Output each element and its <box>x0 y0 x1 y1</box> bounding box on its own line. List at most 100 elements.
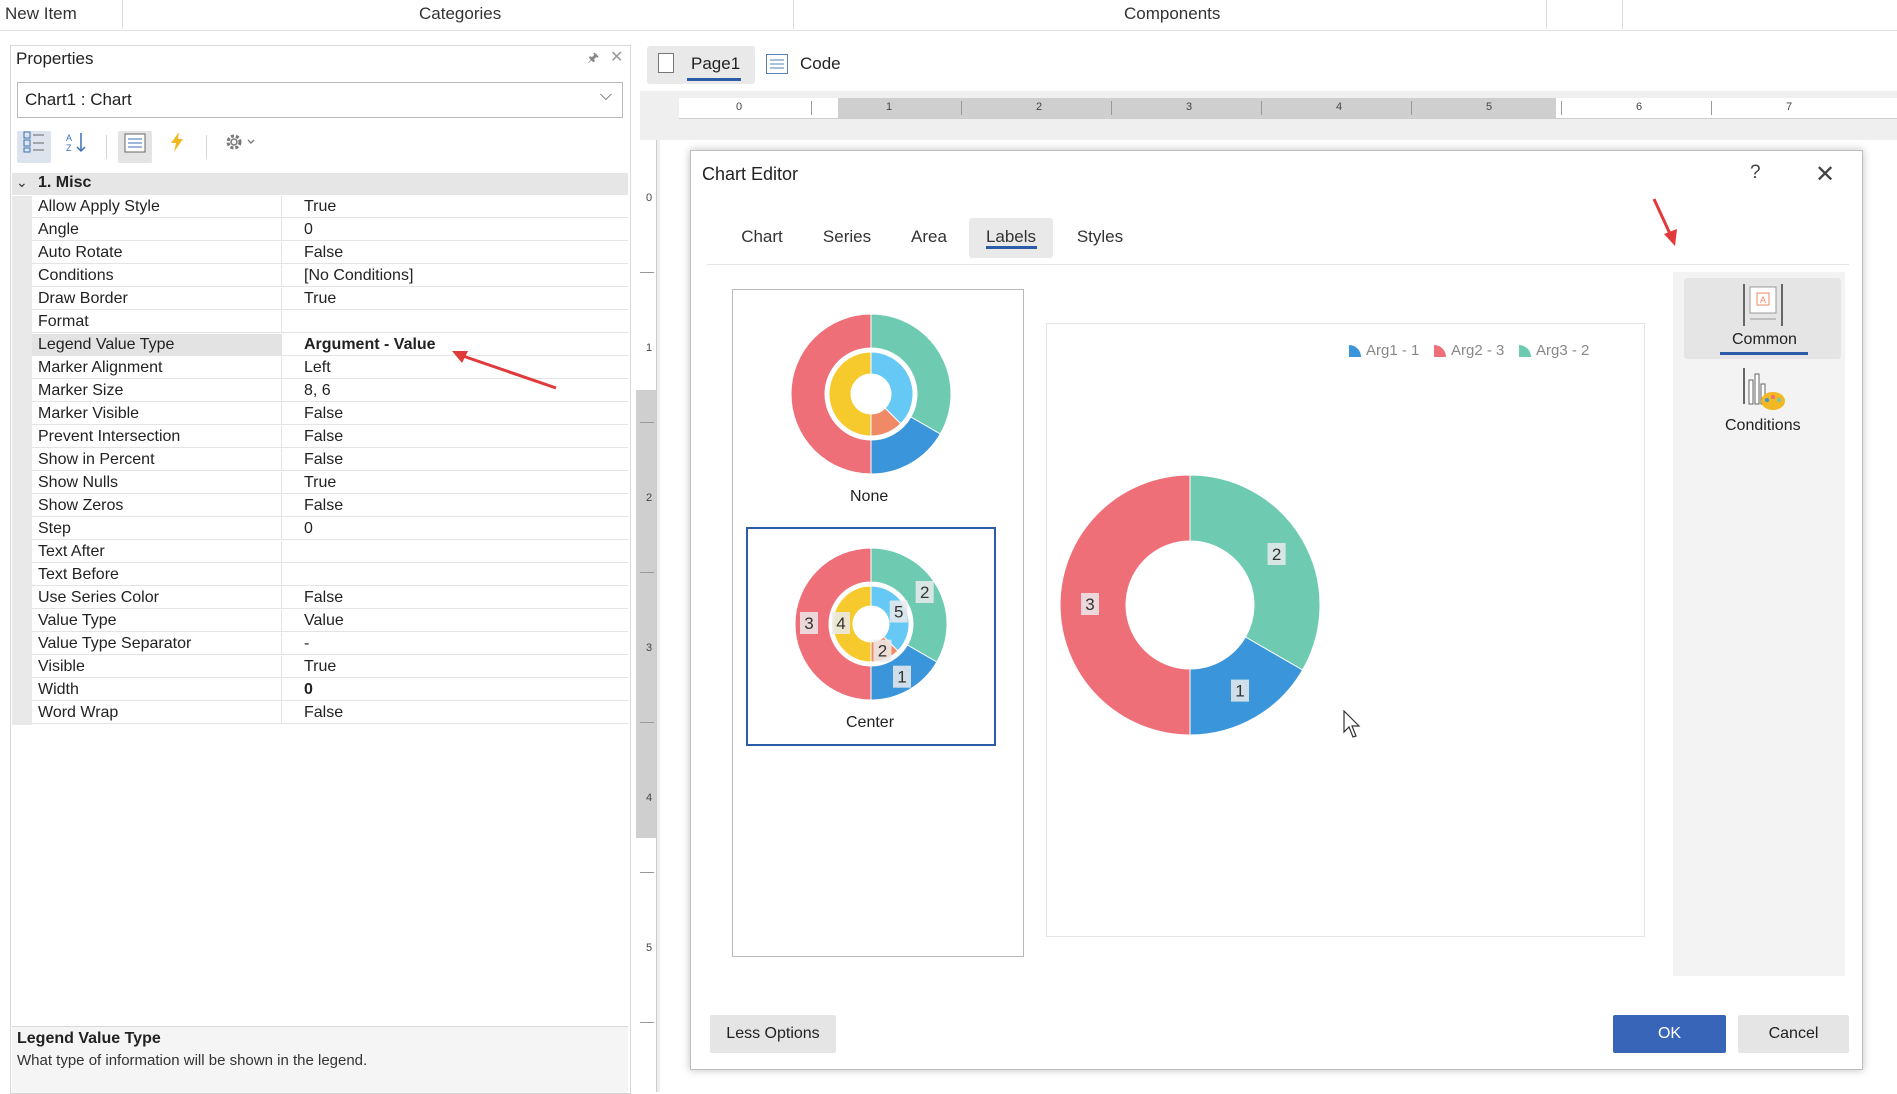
property-value[interactable]: True <box>282 288 628 310</box>
property-value[interactable]: Left <box>282 357 628 379</box>
ok-button[interactable]: OK <box>1613 1015 1726 1053</box>
property-name[interactable]: Auto Rotate <box>32 242 282 264</box>
property-row[interactable]: Value Type Value <box>12 610 628 633</box>
property-row[interactable]: Text After <box>12 541 628 564</box>
property-name[interactable]: Angle <box>32 219 282 241</box>
property-row[interactable]: Conditions [No Conditions] <box>12 265 628 288</box>
property-value[interactable]: False <box>282 426 628 448</box>
property-value[interactable]: Argument - Value <box>282 334 628 356</box>
cancel-button[interactable]: Cancel <box>1738 1015 1849 1053</box>
common-label[interactable]: Common <box>1732 331 1797 349</box>
property-value[interactable]: False <box>282 242 628 264</box>
property-value[interactable] <box>282 541 628 563</box>
tab-chart[interactable]: Chart <box>727 218 797 258</box>
property-name[interactable]: Visible <box>32 656 282 678</box>
property-value[interactable]: False <box>282 403 628 425</box>
code-icon[interactable] <box>766 54 788 74</box>
property-name[interactable]: Word Wrap <box>32 702 282 724</box>
property-value[interactable] <box>282 564 628 586</box>
close-icon[interactable]: ✕ <box>610 47 623 67</box>
property-value[interactable]: False <box>282 702 628 724</box>
tab-area[interactable]: Area <box>896 218 962 258</box>
conditions-icon[interactable] <box>1741 366 1787 412</box>
categorized-view-icon[interactable] <box>17 131 51 163</box>
property-row[interactable]: Prevent Intersection False <box>12 426 628 449</box>
property-name[interactable]: Prevent Intersection <box>32 426 282 448</box>
property-name[interactable]: Marker Alignment <box>32 357 282 379</box>
property-name[interactable]: Format <box>32 311 282 333</box>
property-value[interactable]: Value <box>282 610 628 632</box>
property-name[interactable]: Show in Percent <box>32 449 282 471</box>
option-none-thumbnail[interactable] <box>790 313 952 475</box>
pin-icon[interactable]: 🖈 <box>587 49 599 71</box>
property-value[interactable]: False <box>282 449 628 471</box>
tab-series[interactable]: Series <box>810 218 884 258</box>
option-none-label[interactable]: None <box>850 488 888 506</box>
property-value[interactable]: 8, 6 <box>282 380 628 402</box>
new-item-tab[interactable]: New Item <box>5 0 77 29</box>
option-center-label[interactable]: Center <box>846 714 894 732</box>
property-row[interactable]: Angle 0 <box>12 219 628 242</box>
less-options-button[interactable]: Less Options <box>710 1015 836 1053</box>
tab-labels[interactable]: Labels <box>969 218 1053 258</box>
property-value[interactable] <box>282 311 628 333</box>
property-name[interactable]: Allow Apply Style <box>32 196 282 218</box>
property-row[interactable]: Format <box>12 311 628 334</box>
property-pages-icon[interactable] <box>118 131 152 163</box>
property-name[interactable]: Step <box>32 518 282 540</box>
property-value[interactable]: True <box>282 472 628 494</box>
property-row[interactable]: Draw Border True <box>12 288 628 311</box>
property-name[interactable]: Show Nulls <box>32 472 282 494</box>
events-lightning-icon[interactable] <box>160 131 194 163</box>
components-tab[interactable]: Components <box>1124 0 1220 29</box>
sort-alphabetical-icon[interactable]: AZ <box>60 131 94 163</box>
property-name[interactable]: Draw Border <box>32 288 282 310</box>
property-name[interactable]: Legend Value Type <box>32 334 282 356</box>
property-row[interactable]: Visible True <box>12 656 628 679</box>
property-row[interactable]: Show Zeros False <box>12 495 628 518</box>
property-value[interactable]: True <box>282 656 628 678</box>
property-name[interactable]: Conditions <box>32 265 282 287</box>
property-row[interactable]: Allow Apply Style True <box>12 196 628 219</box>
property-name[interactable]: Value Type Separator <box>32 633 282 655</box>
categories-tab[interactable]: Categories <box>419 0 501 29</box>
settings-gear-icon[interactable] <box>218 131 264 163</box>
option-center-thumbnail[interactable]: 213524 <box>790 543 952 705</box>
property-row[interactable]: Auto Rotate False <box>12 242 628 265</box>
property-row[interactable]: Marker Alignment Left <box>12 357 628 380</box>
property-row[interactable]: Use Series Color False <box>12 587 628 610</box>
property-value[interactable]: False <box>282 587 628 609</box>
property-name[interactable]: Marker Visible <box>32 403 282 425</box>
close-icon[interactable]: ✕ <box>1815 160 1835 189</box>
property-value[interactable]: 0 <box>282 679 628 701</box>
property-row[interactable]: Show Nulls True <box>12 472 628 495</box>
help-icon[interactable]: ? <box>1750 162 1761 184</box>
property-name[interactable]: Text After <box>32 541 282 563</box>
property-row[interactable]: Marker Visible False <box>12 403 628 426</box>
property-value[interactable]: True <box>282 196 628 218</box>
property-row[interactable]: Text Before <box>12 564 628 587</box>
property-value[interactable]: 0 <box>282 518 628 540</box>
property-value[interactable]: False <box>282 495 628 517</box>
property-value[interactable]: 0 <box>282 219 628 241</box>
property-name[interactable]: Width <box>32 679 282 701</box>
tab-styles[interactable]: Styles <box>1064 218 1136 258</box>
tab-page1-label[interactable]: Page1 <box>691 54 740 74</box>
property-row[interactable]: Value Type Separator - <box>12 633 628 656</box>
property-row[interactable]: Step 0 <box>12 518 628 541</box>
property-name[interactable]: Text Before <box>32 564 282 586</box>
property-row[interactable]: Marker Size 8, 6 <box>12 380 628 403</box>
tab-code-label[interactable]: Code <box>800 54 841 74</box>
property-value[interactable]: - <box>282 633 628 655</box>
property-row[interactable]: Show in Percent False <box>12 449 628 472</box>
object-selector-dropdown[interactable]: Chart1 : Chart ⌵ <box>17 82 623 118</box>
property-name[interactable]: Use Series Color <box>32 587 282 609</box>
property-row[interactable]: Word Wrap False <box>12 702 628 725</box>
property-name[interactable]: Marker Size <box>32 380 282 402</box>
conditions-label[interactable]: Conditions <box>1725 417 1801 435</box>
property-row[interactable]: Legend Value Type Argument - Value <box>12 334 628 357</box>
property-value[interactable]: [No Conditions] <box>282 265 628 287</box>
property-name[interactable]: Value Type <box>32 610 282 632</box>
property-name[interactable]: Show Zeros <box>32 495 282 517</box>
property-group-misc[interactable]: ⌄ 1. Misc <box>12 173 628 195</box>
